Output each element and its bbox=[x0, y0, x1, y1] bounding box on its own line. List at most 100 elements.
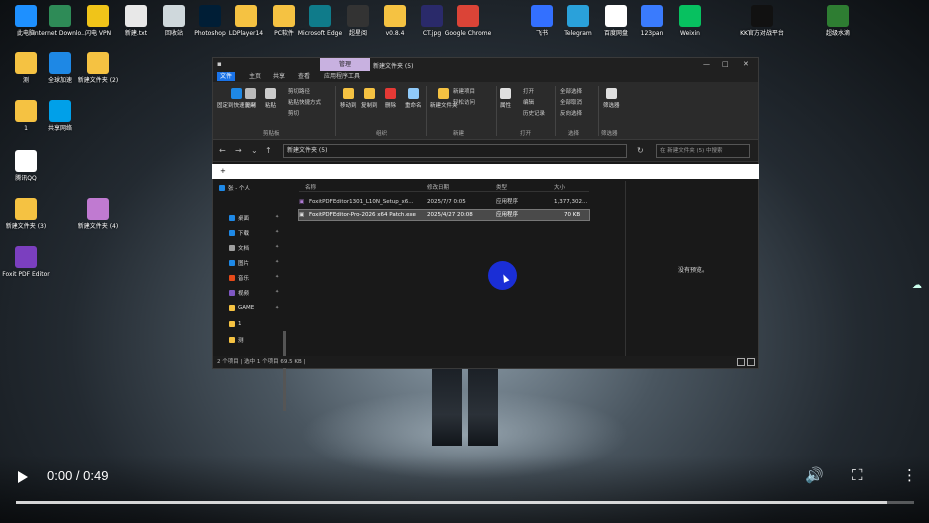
desktop-icon[interactable]: KK官方对战平台 bbox=[740, 5, 784, 37]
desktop-icon[interactable]: 超级水滴 bbox=[818, 5, 858, 37]
fullscreen-icon[interactable]: ⛶ bbox=[852, 466, 863, 484]
tab-share[interactable]: 共享 bbox=[270, 72, 288, 81]
delete-button[interactable]: 删除 bbox=[385, 88, 396, 109]
nav-item[interactable]: 1 bbox=[229, 321, 242, 327]
desktop-icon[interactable]: 共享网络 bbox=[40, 100, 80, 132]
desktop-icon[interactable]: 全球加速 bbox=[40, 52, 80, 84]
column-date[interactable]: 修改日期 bbox=[427, 183, 449, 191]
column-size[interactable]: 大小 bbox=[554, 183, 565, 191]
copy-button[interactable]: 复制 bbox=[245, 88, 256, 109]
desktop-icon[interactable]: Foxit PDF Editor bbox=[2, 246, 50, 278]
desktop-icon[interactable]: 闪电 VPN bbox=[78, 5, 118, 37]
search-input[interactable]: 在 新建文件夹 (5) 中搜索 bbox=[656, 144, 750, 158]
edit-button[interactable]: 编辑 bbox=[523, 98, 534, 106]
up-icon[interactable]: ↑ bbox=[265, 146, 272, 155]
column-type[interactable]: 类型 bbox=[496, 183, 507, 191]
cloud-icon[interactable]: ☁ bbox=[912, 280, 922, 291]
new-item-button[interactable]: 新建项目 bbox=[453, 87, 475, 95]
details-view-icon[interactable] bbox=[737, 358, 745, 366]
large-icons-view-icon[interactable] bbox=[747, 358, 755, 366]
column-name[interactable]: 名称 bbox=[305, 183, 316, 191]
minimize-icon[interactable]: — bbox=[703, 60, 710, 68]
time-display: 0:00 / 0:49 bbox=[47, 468, 109, 483]
copy-to-button[interactable]: 复制到 bbox=[361, 88, 378, 109]
pin-icon[interactable]: ✦ bbox=[275, 259, 279, 265]
properties-button[interactable]: 属性 bbox=[500, 88, 511, 109]
navigation-bar: ← → ⌄ ↑ 新建文件夹 (5) ↻ 在 新建文件夹 (5) 中搜索 bbox=[213, 140, 758, 162]
chevron-down-icon[interactable]: ⌄ bbox=[251, 146, 258, 155]
play-icon[interactable] bbox=[18, 471, 28, 483]
desktop-icon[interactable]: 百度网盘 bbox=[596, 5, 636, 37]
open-button[interactable]: 打开 bbox=[523, 87, 534, 95]
tab-app-tools[interactable]: 应用程序工具 bbox=[321, 72, 363, 81]
maximize-icon[interactable]: □ bbox=[722, 60, 729, 68]
progress-bar[interactable] bbox=[16, 501, 914, 504]
nav-item[interactable]: 文档 bbox=[229, 244, 249, 252]
pin-icon[interactable]: ✦ bbox=[275, 229, 279, 235]
select-all-button[interactable]: 全部选择 bbox=[560, 87, 582, 95]
desktop-icon[interactable]: 新建文件夹 (3) bbox=[6, 198, 46, 230]
close-icon[interactable]: ✕ bbox=[743, 60, 749, 68]
file-row-selected[interactable]: ▣ FoxitPDFEditor-Pro-2026 x64 Patch.exe … bbox=[298, 209, 590, 221]
nav-item[interactable]: 视频 bbox=[229, 289, 249, 297]
desktop-icon[interactable]: Internet Downlo... bbox=[33, 5, 87, 37]
tab-home[interactable]: 主页 bbox=[246, 72, 264, 81]
desktop-icon[interactable]: 回收站 bbox=[154, 5, 194, 37]
pin-icon[interactable]: ✦ bbox=[275, 244, 279, 250]
move-to-button[interactable]: 移动到 bbox=[340, 88, 357, 109]
refresh-icon[interactable]: ↻ bbox=[637, 146, 644, 155]
desktop-icon[interactable]: 123pan bbox=[632, 5, 672, 37]
desktop-icon[interactable]: Telegram bbox=[558, 5, 598, 37]
nav-scrollbar[interactable] bbox=[283, 331, 286, 411]
nav-item[interactable]: 音乐 bbox=[229, 274, 249, 282]
nav-item[interactable]: 桌面 bbox=[229, 214, 249, 222]
paste-shortcut-button[interactable]: 粘贴快捷方式 bbox=[288, 98, 321, 106]
nav-item[interactable]: 图片 bbox=[229, 259, 249, 267]
desktop-icon[interactable]: 新建文件夹 (2) bbox=[78, 52, 118, 84]
desktop-icon[interactable]: 新建文件夹 (4) bbox=[78, 198, 118, 230]
forward-icon[interactable]: → bbox=[235, 146, 242, 155]
desktop-icon[interactable]: 超星阅 bbox=[338, 5, 378, 37]
desktop-icon[interactable]: Microsoft Edge bbox=[298, 5, 342, 37]
cut-path-button[interactable]: 剪切路径 bbox=[288, 87, 310, 95]
group-new: 新建 bbox=[453, 131, 465, 137]
desktop-icon[interactable]: Photoshop bbox=[190, 5, 230, 37]
pin-icon[interactable]: ✦ bbox=[275, 274, 279, 280]
window-title: 新建文件夹 (5) bbox=[373, 63, 414, 70]
back-icon[interactable]: ← bbox=[219, 146, 226, 155]
tab-file[interactable]: 文件 bbox=[217, 72, 236, 81]
nav-item[interactable]: GAME bbox=[229, 305, 254, 311]
address-bar[interactable]: 新建文件夹 (5) bbox=[283, 144, 627, 158]
desktop-icon[interactable]: v0.8.4 bbox=[375, 5, 415, 37]
pin-icon[interactable]: ✦ bbox=[275, 289, 279, 295]
desktop-icon-label: 超星阅 bbox=[348, 30, 367, 37]
paste-button[interactable]: 粘贴 bbox=[265, 88, 276, 109]
group-filter: 筛选器 bbox=[601, 131, 618, 137]
easy-access-button[interactable]: 轻松访问 bbox=[453, 98, 475, 106]
app-icon bbox=[87, 5, 109, 27]
nav-item[interactable]: 下载 bbox=[229, 229, 249, 237]
pin-icon[interactable]: ✦ bbox=[275, 305, 279, 311]
history-button[interactable]: 历史记录 bbox=[523, 109, 545, 117]
context-tab-manage[interactable]: 管理 bbox=[320, 58, 370, 71]
desktop-icon[interactable]: 腾讯QQ bbox=[6, 150, 46, 182]
desktop-icon[interactable]: 飞书 bbox=[522, 5, 562, 37]
nav-item[interactable]: 张 - 个人 bbox=[219, 184, 250, 192]
nav-item[interactable]: 测 bbox=[229, 336, 244, 344]
nav-item-icon bbox=[219, 185, 225, 191]
volume-icon[interactable]: 🔊 bbox=[805, 466, 824, 484]
filter-button[interactable]: 筛选器 bbox=[603, 88, 620, 109]
tab-view[interactable]: 查看 bbox=[295, 72, 313, 81]
desktop-icon[interactable]: Google Chrome bbox=[445, 5, 491, 37]
file-row[interactable]: ▣ FoxitPDFEditor1301_L10N_Setup_x6... 20… bbox=[299, 197, 589, 207]
invert-selection-button[interactable]: 反向选择 bbox=[560, 109, 582, 117]
cut-button[interactable]: 剪切 bbox=[288, 109, 299, 117]
select-none-button[interactable]: 全部取消 bbox=[560, 98, 582, 106]
pin-icon[interactable]: ✦ bbox=[275, 214, 279, 220]
rename-button[interactable]: 重命名 bbox=[405, 88, 422, 109]
desktop-icon[interactable]: Weixin bbox=[670, 5, 710, 37]
navigation-pane: 张 - 个人桌面 ✦ 下载 ✦ 文档 ✦ 图片 ✦ 音乐 ✦ 视频 ✦ GAME ✦ 1 测 bbox=[213, 181, 288, 411]
desktop-icon[interactable]: LDPlayer14 bbox=[226, 5, 266, 37]
more-options-icon[interactable]: ⋮ bbox=[902, 466, 917, 484]
desktop-icon[interactable]: 新建.txt bbox=[116, 5, 156, 37]
